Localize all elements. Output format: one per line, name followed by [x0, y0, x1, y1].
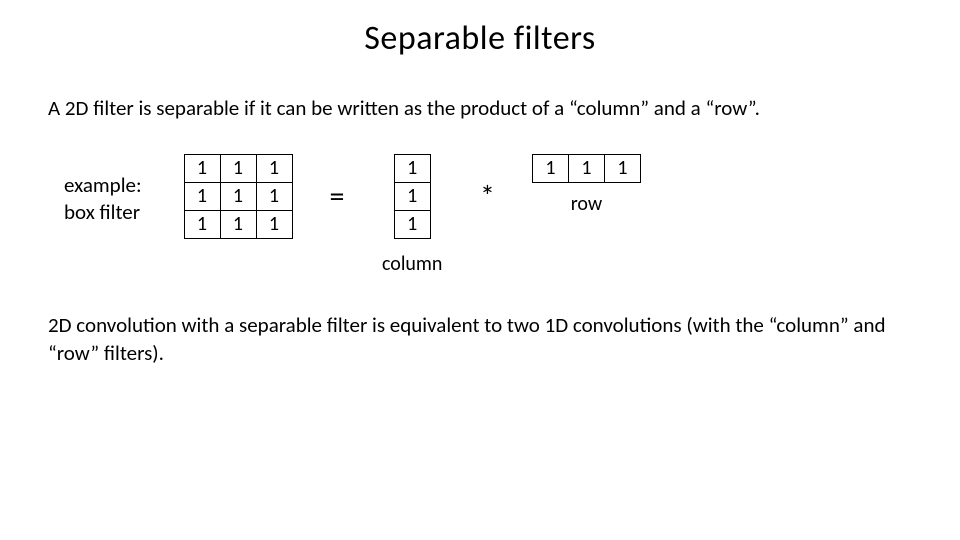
row-vector-group: 1 1 1 row: [532, 154, 640, 216]
row-label: row: [571, 182, 602, 216]
column-vector-group: 1 1 1 column: [382, 154, 442, 276]
matrix-cell: 1: [220, 154, 257, 183]
matrix-cell: 1: [220, 182, 257, 211]
matrix-cell: 1: [184, 154, 221, 183]
example-label: example: box filter: [64, 154, 184, 225]
matrix-cell: 1: [532, 154, 569, 183]
matrix-cell: 1: [394, 182, 431, 211]
column-vector: 1 1 1: [394, 154, 430, 238]
matrix-cell: 1: [568, 154, 605, 183]
matrix-cell: 1: [604, 154, 641, 183]
diagram-row: example: box filter 1 1 1 1 1 1 1 1 1 = …: [0, 122, 960, 276]
matrix-cell: 1: [220, 210, 257, 239]
matrix-cell: 1: [256, 154, 293, 183]
matrix-cell: 1: [184, 182, 221, 211]
example-label-line2: box filter: [64, 199, 140, 225]
equals-sign: =: [292, 154, 382, 215]
matrix-cell: 1: [256, 182, 293, 211]
column-label: column: [382, 238, 442, 276]
slide-title: Separable filters: [0, 0, 960, 59]
matrix-cell: 1: [394, 210, 431, 239]
box-filter-matrix: 1 1 1 1 1 1 1 1 1: [184, 154, 292, 238]
example-label-line1: example:: [64, 172, 142, 198]
matrix-cell: 1: [256, 210, 293, 239]
conclusion-text: 2D convolution with a separable filter i…: [0, 276, 960, 367]
matrix-cell: 1: [394, 154, 431, 183]
star-sign: *: [442, 154, 532, 215]
intro-text: A 2D filter is separable if it can be wr…: [0, 59, 960, 122]
matrix-cell: 1: [184, 210, 221, 239]
row-vector: 1 1 1: [532, 154, 640, 182]
